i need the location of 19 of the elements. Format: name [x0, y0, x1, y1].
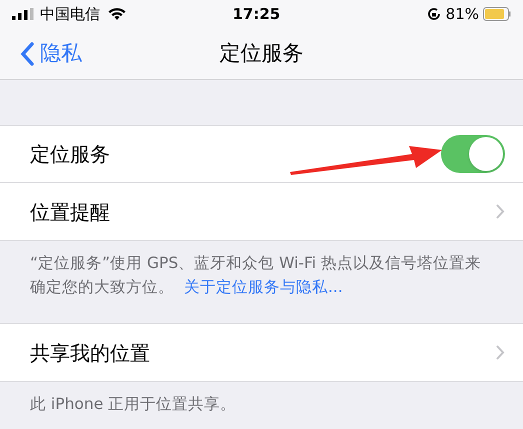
toggle-switch[interactable]	[441, 135, 505, 173]
back-chevron-icon	[20, 42, 34, 66]
chevron-icon	[496, 204, 505, 219]
footer-note: “定位服务”使用 GPS、蓝牙和众包 Wi-Fi 热点以及信号塔位置来确定您的大致方位。 关于定位服务与隐私...	[29, 253, 482, 298]
privacy-link[interactable]: 关于定位服务与隐私...	[184, 278, 343, 296]
row-label: 共享我的位置	[30, 340, 150, 366]
row-label: 定位服务	[30, 141, 110, 168]
battery-percent: 81%	[446, 4, 479, 25]
rotation-lock-icon	[426, 7, 441, 21]
signal-icon	[12, 8, 34, 20]
wifi-icon	[108, 8, 126, 20]
footer-note: 此 iPhone 正用于位置共享。	[29, 394, 238, 415]
status-time: 17:25	[231, 4, 282, 25]
chevron-icon	[496, 345, 505, 360]
row-label: 位置提醒	[30, 198, 110, 226]
back-button[interactable]: 隐私	[0, 38, 82, 70]
carrier-label: 中国电信	[40, 4, 100, 25]
page-title: 定位服务	[220, 40, 304, 67]
battery-icon	[483, 7, 511, 21]
